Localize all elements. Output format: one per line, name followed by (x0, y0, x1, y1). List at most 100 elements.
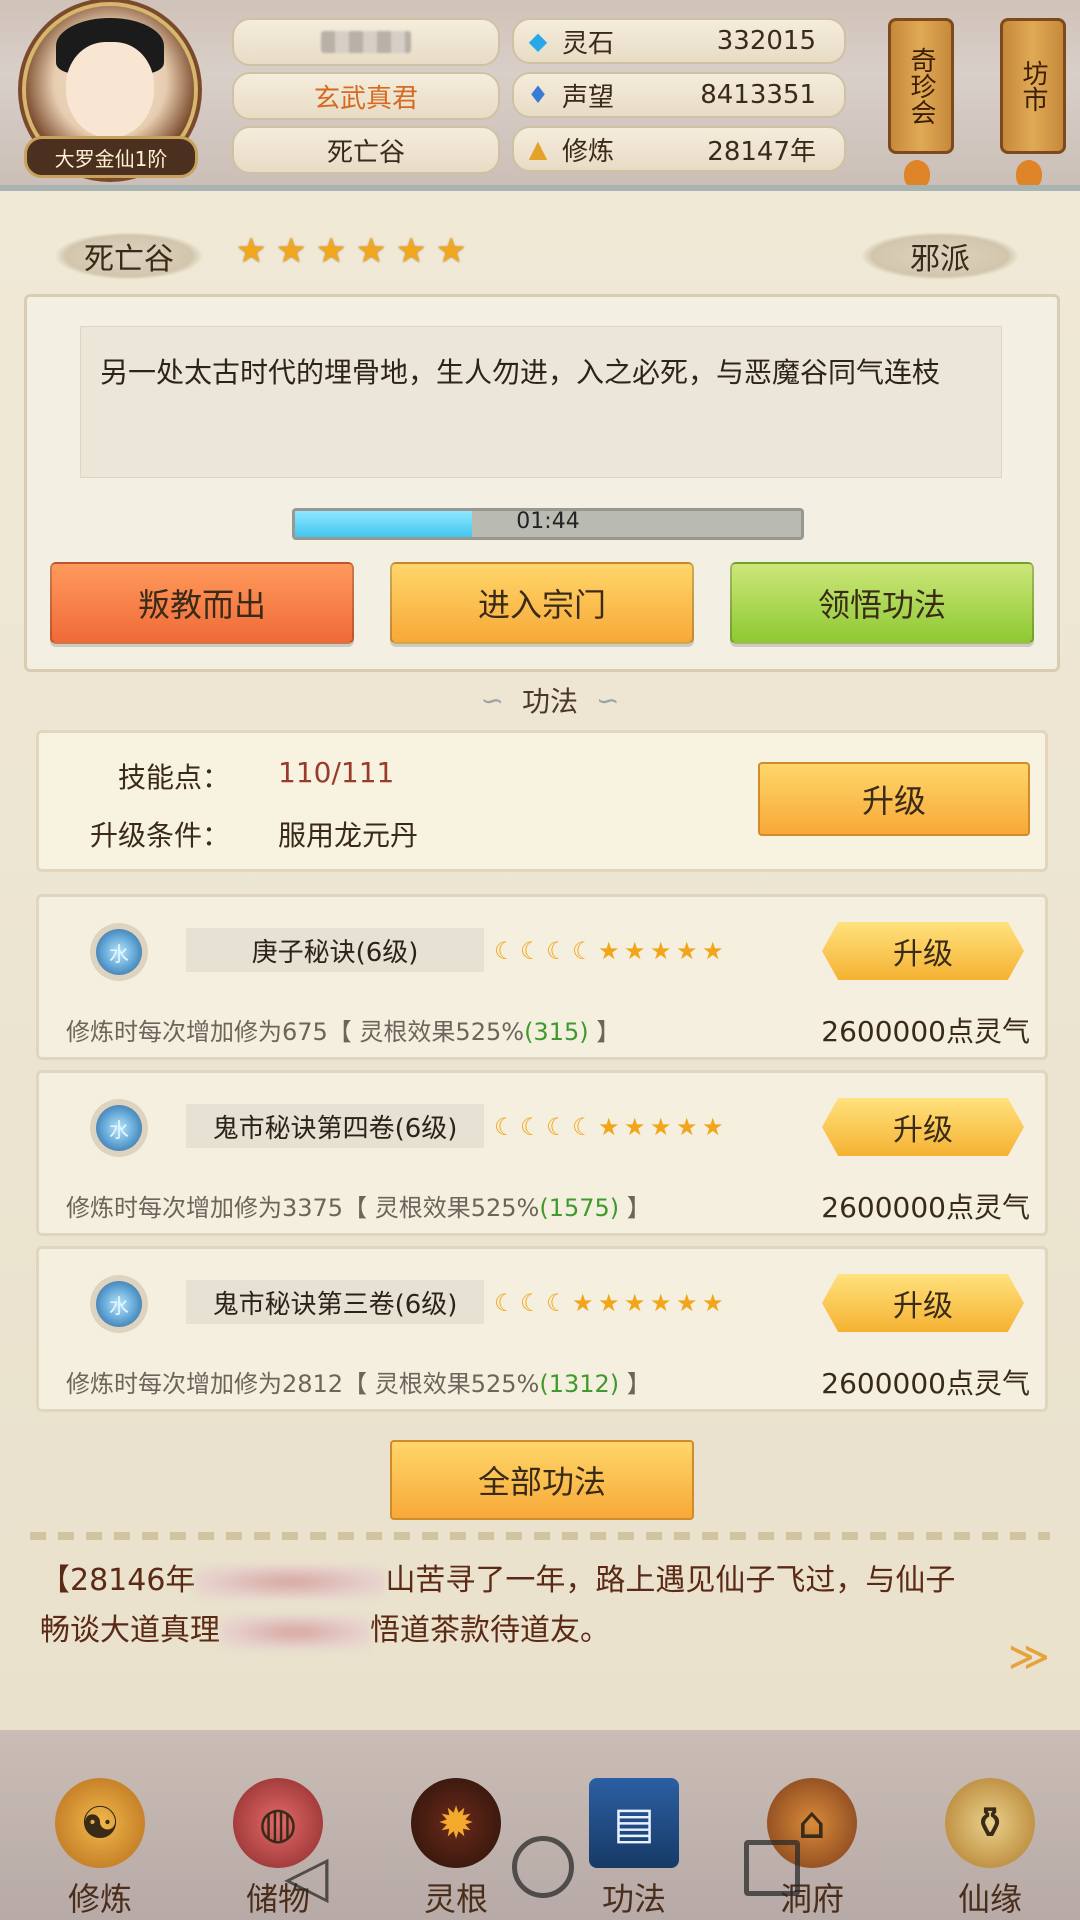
desc-prefix: 修炼时每次增加修为675【 灵根效果525% (66, 1018, 525, 1046)
star-icon: ★ (624, 1113, 646, 1141)
player-title: 玄武真君 (232, 72, 500, 120)
resource-cultivation: ▲ 修炼 28147年 (512, 126, 846, 172)
section-title-text: 功法 (521, 685, 578, 718)
water-element-icon: 水 (64, 1268, 174, 1340)
lantern-label: 奇珍会 (906, 47, 936, 125)
water-element-icon: 水 (64, 916, 174, 988)
star-icon: ★ (436, 231, 467, 271)
star-icon: ★ (236, 231, 267, 271)
section-title: ∽ 功法 ∽ (430, 680, 670, 720)
resource-reputation: ♦ 声望 8413351 (512, 72, 846, 118)
element-orb: 水 (96, 1105, 142, 1151)
resource-label: 灵石 (562, 28, 615, 59)
technique-rating: ☾ ☾ ☾ ☾ ★ ★ ★ ★ ★ (494, 938, 728, 964)
upgrade-skill-button[interactable]: 升级 (758, 762, 1030, 836)
nav-label: 灵根 (423, 1880, 488, 1918)
sect-name-plaque: 死亡谷 (54, 232, 204, 280)
star-icon: ★ (676, 1289, 698, 1317)
spirit-stone-icon: ◆ (528, 27, 548, 55)
resource-value: 332015 (716, 26, 816, 56)
all-techniques-button[interactable]: 全部功法 (390, 1440, 694, 1520)
star-icon: ★ (676, 937, 698, 965)
moon-icon: ☾ (494, 1113, 516, 1141)
star-icon: ★ (650, 1113, 672, 1141)
sect-description: 另一处太古时代的埋骨地，生人勿进，入之必死，与恶魔谷同气连枝 (100, 356, 941, 389)
comprehend-technique-button[interactable]: 领悟功法 (730, 562, 1034, 644)
star-icon: ★ (702, 1289, 724, 1317)
nav-label: 修炼 (67, 1880, 132, 1918)
water-element-icon: 水 (64, 1092, 174, 1164)
moon-icon: ☾ (572, 937, 594, 965)
star-icon: ★ (316, 231, 347, 271)
cloud-swirl-icon: ∽ (596, 683, 620, 717)
technique-cost: 2600000点灵气 (821, 1367, 1030, 1400)
technique-description: 修炼时每次增加修为2812【 灵根效果525%(1312) 】 (66, 1364, 651, 1399)
blurred-name (220, 1614, 370, 1649)
player-name-field (232, 18, 500, 66)
moon-icon: ☾ (546, 1113, 568, 1141)
resource-spirit-stone: ◆ 灵石 332015 (512, 18, 846, 64)
reputation-crystal-icon: ♦ (527, 81, 549, 109)
nav-destiny[interactable]: ⚱ 仙缘 (920, 1770, 1060, 1920)
technique-upgrade-button[interactable]: 升级 (822, 922, 1024, 980)
nav-cultivate[interactable]: ☯ 修炼 (30, 1770, 170, 1920)
blurred-name (195, 1564, 386, 1599)
home-button[interactable] (512, 1836, 574, 1898)
nav-technique[interactable]: ▤ 功法 (564, 1770, 704, 1920)
avatar-face (66, 42, 154, 138)
event-text: 山苦寻了一年，路上遇见仙子飞过，与仙子 (385, 1563, 956, 1598)
enter-sect-button[interactable]: 进入宗门 (390, 562, 694, 644)
star-icon: ★ (598, 937, 620, 965)
ornamental-divider (30, 1532, 1050, 1540)
nav-spirit-root[interactable]: ✹ 灵根 (386, 1770, 526, 1920)
star-icon: ★ (650, 937, 672, 965)
recents-button[interactable] (744, 1840, 800, 1896)
moon-icon: ☾ (520, 1113, 542, 1141)
moon-icon: ☾ (546, 1289, 568, 1317)
leave-sect-button[interactable]: 叛教而出 (50, 562, 354, 644)
sect-timer-progress: 01:44 (292, 508, 804, 540)
technique-upgrade-button[interactable]: 升级 (822, 1274, 1024, 1332)
lantern-label: 坊市 (1018, 60, 1048, 112)
technique-upgrade-button[interactable]: 升级 (822, 1098, 1024, 1156)
lantern-treasure-auction[interactable]: 奇珍会 (888, 18, 954, 154)
resource-value: 28147年 (707, 136, 816, 167)
star-icon: ★ (624, 1289, 646, 1317)
skill-points-value: 110/111 (278, 756, 395, 789)
back-button[interactable]: ◁ (284, 1842, 329, 1910)
event-text: 【28146年 (40, 1563, 196, 1598)
resource-label: 声望 (562, 82, 615, 113)
technique-book-icon: ▤ (589, 1778, 679, 1868)
resource-label: 修炼 (562, 136, 615, 167)
star-icon: ★ (572, 1289, 594, 1317)
desc-suffix: 】 (619, 1194, 651, 1222)
sect-alignment: 邪派 (860, 232, 1020, 280)
technique-name: 庚子秘诀(6级) (186, 928, 484, 972)
element-orb: 水 (96, 929, 142, 975)
star-icon: ★ (396, 231, 427, 271)
technique-rating: ☾ ☾ ☾ ☾ ★ ★ ★ ★ ★ (494, 1114, 728, 1140)
description-box (80, 326, 1002, 478)
star-icon: ★ (676, 1113, 698, 1141)
technique-description: 修炼时每次增加修为675【 灵根效果525%(315) 】 (66, 1012, 620, 1047)
star-icon: ★ (276, 231, 307, 271)
meditation-icon: ▲ (528, 135, 548, 163)
moon-icon: ☾ (520, 1289, 542, 1317)
lantern-market[interactable]: 坊市 (1000, 18, 1066, 154)
moon-icon: ☾ (494, 1289, 516, 1317)
event-text: 畅谈大道真理 (40, 1613, 220, 1648)
gourd-icon: ⚱ (945, 1778, 1035, 1868)
star-icon: ★ (702, 937, 724, 965)
desc-suffix: 】 (588, 1018, 621, 1046)
technique-name: 鬼市秘诀第四卷(6级) (186, 1104, 484, 1148)
cloud-swirl-icon: ∽ (480, 683, 504, 717)
spirit-root-icon: ✹ (411, 1778, 501, 1868)
next-page-arrow-icon[interactable]: ≫ (1008, 1634, 1050, 1680)
technique-cost: 2600000点灵气 (821, 1191, 1030, 1224)
blurred-name (321, 31, 411, 53)
upgrade-condition-value: 服用龙元丹 (278, 819, 419, 852)
skill-points-label: 技能点： (117, 761, 230, 794)
cultivate-icon: ☯ (55, 1778, 145, 1868)
element-orb: 水 (96, 1281, 142, 1327)
technique-cost: 2600000点灵气 (821, 1015, 1030, 1048)
